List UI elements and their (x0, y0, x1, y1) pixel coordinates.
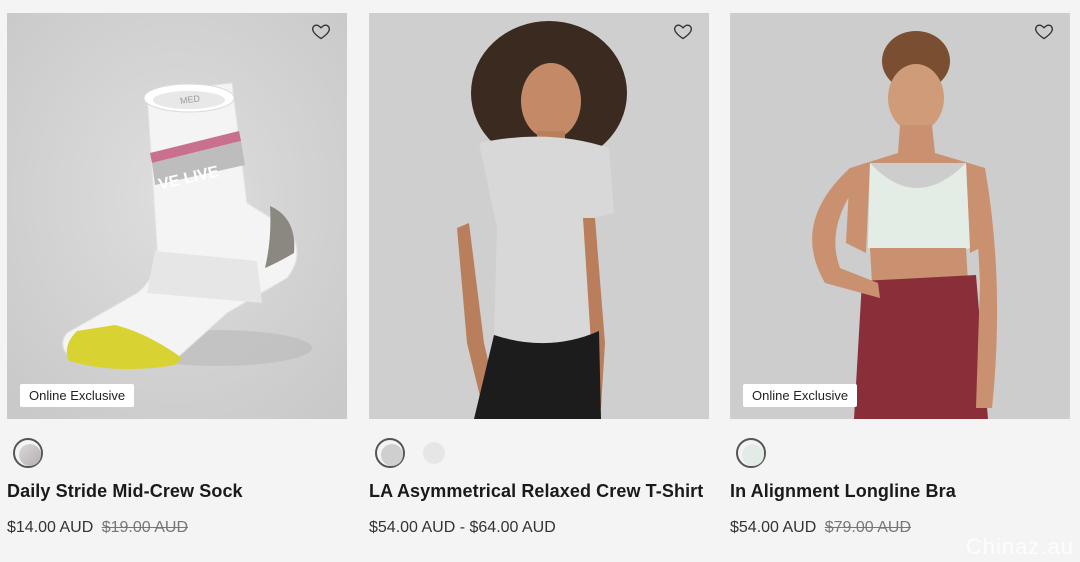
product-image[interactable] (369, 13, 709, 419)
online-exclusive-badge: Online Exclusive (20, 384, 135, 407)
original-price: $19.00 AUD (101, 519, 189, 536)
product-image[interactable]: Online Exclusive (730, 13, 1070, 419)
wishlist-heart-icon[interactable] (673, 21, 693, 41)
product-price: $54.00 AUD - $64.00 AUD (369, 519, 556, 537)
product-card[interactable]: LA Asymmetrical Relaxed Crew T-Shirt $54… (369, 13, 709, 553)
color-swatches (736, 436, 766, 470)
product-card[interactable]: MED VE LIVE Online Exclusive Daily Strid… (7, 13, 347, 553)
watermark: Chinaz.au (965, 534, 1074, 559)
wishlist-heart-icon[interactable] (311, 21, 331, 41)
product-title[interactable]: LA Asymmetrical Relaxed Crew T-Shirt (369, 481, 703, 502)
product-title[interactable]: Daily Stride Mid-Crew Sock (7, 481, 243, 502)
color-swatches (13, 436, 43, 470)
original-price: $79.00 AUD (824, 519, 912, 536)
product-card[interactable]: Online Exclusive In Alignment Longline B… (730, 13, 1070, 553)
model-tshirt-illustration (369, 13, 709, 419)
online-exclusive-badge: Online Exclusive (743, 384, 858, 407)
price-range: $54.00 AUD - $64.00 AUD (369, 519, 556, 536)
color-swatch[interactable] (13, 438, 43, 468)
product-grid: MED VE LIVE Online Exclusive Daily Strid… (7, 13, 1073, 553)
sale-price: $54.00 AUD (730, 519, 817, 536)
sale-price: $14.00 AUD (7, 519, 94, 536)
color-swatch[interactable] (419, 438, 449, 468)
sock-illustration: MED VE LIVE (7, 13, 347, 419)
product-image[interactable]: MED VE LIVE Online Exclusive (7, 13, 347, 419)
color-swatches (375, 436, 449, 470)
color-swatch[interactable] (375, 438, 405, 468)
product-price: $14.00 AUD $19.00 AUD (7, 519, 188, 537)
wishlist-heart-icon[interactable] (1034, 21, 1054, 41)
model-bra-illustration (730, 13, 1070, 419)
product-title[interactable]: In Alignment Longline Bra (730, 481, 956, 502)
color-swatch[interactable] (736, 438, 766, 468)
product-price: $54.00 AUD $79.00 AUD (730, 519, 911, 537)
